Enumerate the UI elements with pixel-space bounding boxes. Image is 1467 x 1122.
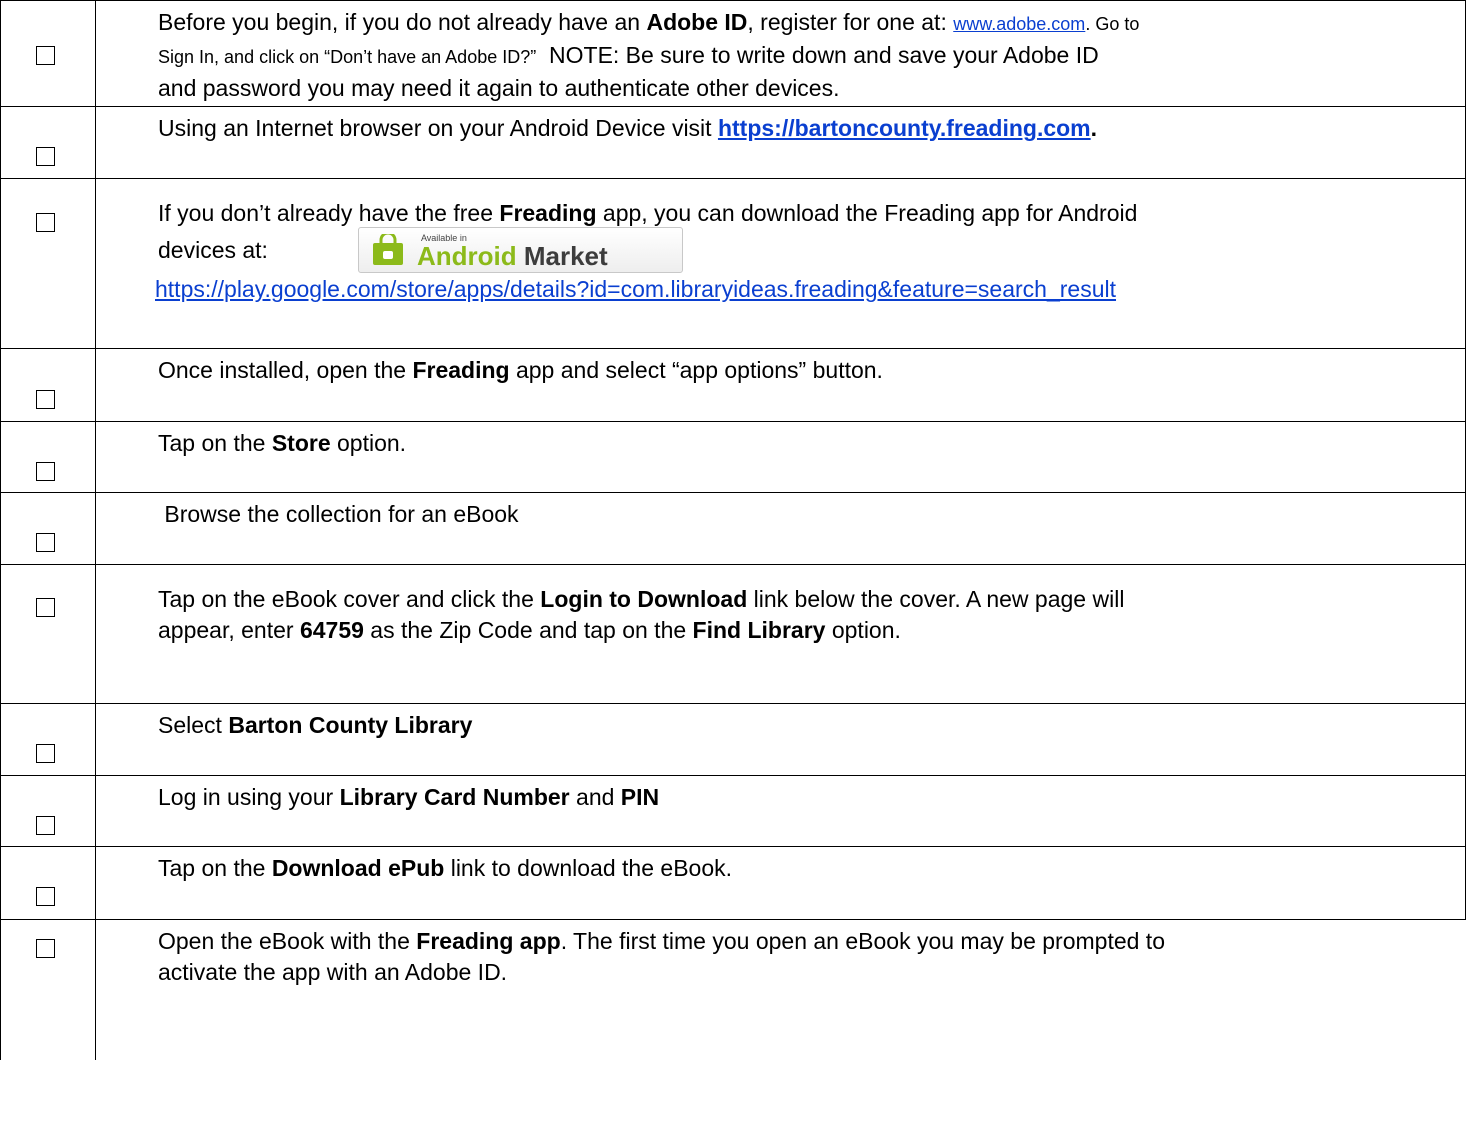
step-text-segment: app and select “app options” button. bbox=[509, 357, 883, 383]
step-checkbox[interactable] bbox=[36, 46, 55, 65]
step-text-segment: as the Zip Code and tap on the bbox=[363, 617, 693, 643]
checkbox-cell bbox=[0, 492, 96, 565]
step-text-segment: Tap on the bbox=[158, 855, 272, 881]
checkbox-cell bbox=[0, 106, 96, 179]
step-text-segment: Open the eBook with the bbox=[158, 928, 417, 954]
checkbox-cell bbox=[0, 178, 96, 349]
badge-market-word: Market bbox=[516, 241, 608, 271]
checklist-row: Select Barton County Library bbox=[0, 703, 1466, 776]
step-text: Open the eBook with the Freading app. Th… bbox=[95, 919, 1466, 1060]
checklist-row: Open the eBook with the Freading app. Th… bbox=[0, 919, 1466, 1060]
step-checkbox[interactable] bbox=[36, 213, 55, 232]
step-text-segment: Browse the collection for an eBook bbox=[158, 501, 519, 527]
step-text: Tap on the Store option. bbox=[95, 421, 1466, 493]
step-text-bold: Freading app bbox=[416, 928, 561, 954]
step-text-bold: Freading bbox=[499, 200, 597, 226]
badge-market-text: Android Market bbox=[417, 242, 608, 270]
step-text-segment: Sign In, and click on “Don’t have an Ado… bbox=[158, 47, 537, 67]
step-text-bold: . bbox=[1090, 115, 1098, 141]
step-text-segment: If you don’t already have the free bbox=[158, 200, 500, 226]
step-checkbox[interactable] bbox=[36, 939, 55, 958]
step-text: Select Barton County Library bbox=[95, 703, 1466, 776]
step-text-segment: and bbox=[569, 784, 621, 810]
step-checkbox[interactable] bbox=[36, 390, 55, 409]
checklist-row: Using an Internet browser on your Androi… bbox=[0, 106, 1466, 179]
step-checkbox[interactable] bbox=[36, 744, 55, 763]
adobe-link[interactable]: www.adobe.com bbox=[953, 14, 1085, 34]
step-text-segment: . Go to bbox=[1085, 14, 1140, 34]
badge-android-word: Android bbox=[416, 241, 517, 271]
step-text-segment: Tap on the bbox=[158, 430, 272, 456]
step-text-segment: Tap on the eBook cover and click the bbox=[158, 586, 541, 612]
step-text-segment: , register for one at: bbox=[747, 9, 954, 35]
checkbox-cell bbox=[0, 421, 96, 493]
step-text-segment: option. bbox=[330, 430, 407, 456]
step-checkbox[interactable] bbox=[36, 533, 55, 552]
step-text-bold: Login to Download bbox=[540, 586, 748, 612]
step-text-bold: Download ePub bbox=[271, 855, 445, 881]
step-text-bold: Library Card Number bbox=[339, 784, 570, 810]
step-text-bold: Barton County Library bbox=[228, 712, 473, 738]
step-text-bold: Store bbox=[271, 430, 331, 456]
step-text-bold: Find Library bbox=[692, 617, 826, 643]
checkbox-cell bbox=[0, 919, 96, 1060]
step-text-segment: activate the app with an Adobe ID. bbox=[158, 959, 508, 985]
checkbox-cell bbox=[0, 846, 96, 920]
checkbox-cell bbox=[0, 0, 96, 107]
step-text: Once installed, open the Freading app an… bbox=[95, 348, 1466, 422]
step-text-bold: PIN bbox=[620, 784, 660, 810]
shopping-bag-icon bbox=[372, 234, 403, 265]
step-text-segment: NOTE: Be sure to write down and save you… bbox=[536, 42, 1099, 68]
checklist-row: Tap on the eBook cover and click the Log… bbox=[0, 564, 1466, 704]
step-checkbox[interactable] bbox=[36, 816, 55, 835]
instruction-checklist: Before you begin, if you do not already … bbox=[0, 0, 1466, 1060]
checklist-row: If you don’t already have the free Fread… bbox=[0, 178, 1466, 349]
checklist-row: Tap on the Download ePub link to downloa… bbox=[0, 846, 1466, 920]
step-text: If you don’t already have the free Fread… bbox=[95, 178, 1466, 349]
step-text-bold: Freading bbox=[412, 357, 510, 383]
checklist-row: Browse the collection for an eBook bbox=[0, 492, 1466, 565]
checkbox-cell bbox=[0, 703, 96, 776]
step-text-segment: Select bbox=[158, 712, 229, 738]
step-text-segment: Log in using your bbox=[158, 784, 340, 810]
step-checkbox[interactable] bbox=[36, 462, 55, 481]
freading-site-link[interactable]: https://bartoncounty.freading.com bbox=[718, 115, 1091, 141]
android-market-badge[interactable]: Available in Android Market bbox=[357, 227, 683, 273]
step-checkbox[interactable] bbox=[36, 147, 55, 166]
step-text-bold: Adobe ID bbox=[646, 9, 748, 35]
step-text-segment: Once installed, open the bbox=[158, 357, 413, 383]
step-text-segment: Using an Internet browser on your Androi… bbox=[158, 115, 718, 141]
google-play-link[interactable]: https://play.google.com/store/apps/detai… bbox=[155, 276, 1116, 302]
checklist-page: Before you begin, if you do not already … bbox=[0, 0, 1467, 1122]
checklist-row: Once installed, open the Freading app an… bbox=[0, 348, 1466, 422]
step-text: Using an Internet browser on your Androi… bbox=[95, 106, 1466, 179]
step-text-segment: link to download the eBook. bbox=[444, 855, 733, 881]
checkbox-cell bbox=[0, 775, 96, 847]
step-text: Log in using your Library Card Number an… bbox=[95, 775, 1466, 847]
checklist-row: Tap on the Store option. bbox=[0, 421, 1466, 493]
step-text: Browse the collection for an eBook bbox=[95, 492, 1466, 565]
checkbox-cell bbox=[0, 348, 96, 422]
step-text-segment: appear, enter bbox=[158, 617, 300, 643]
step-text-segment: option. bbox=[825, 617, 901, 643]
step-text-segment: and password you may need it again to au… bbox=[158, 75, 840, 101]
step-checkbox[interactable] bbox=[36, 598, 55, 617]
step-text-bold: 64759 bbox=[299, 617, 364, 643]
step-text: Tap on the eBook cover and click the Log… bbox=[95, 564, 1466, 704]
checklist-row: Before you begin, if you do not already … bbox=[0, 0, 1466, 107]
step-text-segment: link below the cover. A new page will bbox=[747, 586, 1125, 612]
step-checkbox[interactable] bbox=[36, 887, 55, 906]
step-text: Before you begin, if you do not already … bbox=[95, 0, 1466, 107]
checkbox-cell bbox=[0, 564, 96, 704]
step-text-segment: devices at: bbox=[158, 237, 268, 264]
step-text-segment: app, you can download the Freading app f… bbox=[596, 200, 1138, 226]
step-text: Tap on the Download ePub link to downloa… bbox=[95, 846, 1466, 920]
checklist-row: Log in using your Library Card Number an… bbox=[0, 775, 1466, 847]
step-text-segment: . The first time you open an eBook you m… bbox=[560, 928, 1165, 954]
step-text-segment: Before you begin, if you do not already … bbox=[158, 9, 647, 35]
